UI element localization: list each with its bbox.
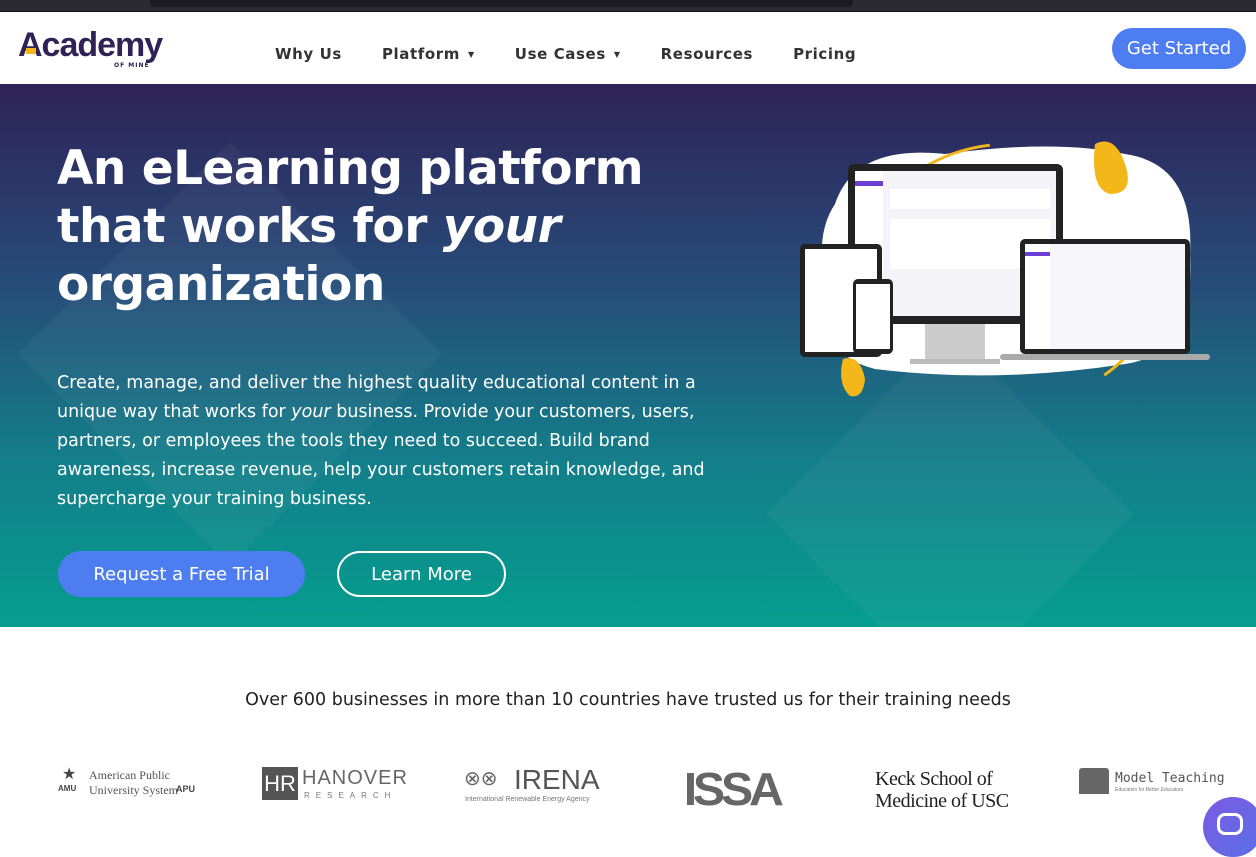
logo-amu: ★ AMU American Public University System … bbox=[58, 766, 196, 797]
learn-more-button[interactable]: Learn More bbox=[337, 551, 506, 597]
get-started-button[interactable]: Get Started bbox=[1112, 28, 1246, 69]
hr-mark: HR bbox=[262, 767, 298, 800]
browser-top-bar bbox=[0, 0, 1256, 11]
logo-keck: Keck School of Medicine of USC bbox=[875, 768, 1009, 812]
nav-use-cases[interactable]: Use Cases ▼ bbox=[515, 45, 621, 63]
logo[interactable]: Academy OF MINE bbox=[18, 26, 178, 70]
nav-platform[interactable]: Platform ▼ bbox=[382, 45, 475, 63]
hero-title: An eLearning platform that works for you… bbox=[57, 141, 644, 312]
main-menu: Why Us Platform ▼ Use Cases ▼ Resources Pr… bbox=[275, 45, 896, 63]
trust-statement: Over 600 businesses in more than 10 coun… bbox=[245, 690, 1011, 710]
star-icon: ★ bbox=[62, 766, 77, 783]
logo-model-teaching: Model Teaching Education for Better Educ… bbox=[1079, 768, 1225, 798]
logo-text: Academy bbox=[18, 26, 163, 64]
logo-hanover: HR HANOVER RESEARCH bbox=[262, 767, 407, 801]
caret-down-icon: ▼ bbox=[613, 49, 621, 59]
logo-sub: OF MINE bbox=[114, 62, 150, 69]
nav-resources[interactable]: Resources bbox=[661, 45, 753, 63]
chat-icon bbox=[1217, 813, 1243, 835]
logo-issa: ISSA bbox=[683, 763, 784, 815]
client-logos: ★ AMU American Public University System … bbox=[0, 760, 1256, 820]
nav-why-us[interactable]: Why Us bbox=[275, 45, 342, 63]
hero-description: Create, manage, and deliver the highest … bbox=[57, 373, 705, 509]
book-icon bbox=[1079, 768, 1109, 794]
logo-cap-icon bbox=[26, 48, 36, 54]
logo-irena: ⊗⊗ IRENA International Renewable Energy … bbox=[464, 764, 600, 803]
caret-down-icon: ▼ bbox=[468, 49, 475, 59]
device-mockup-illustration bbox=[800, 141, 1210, 404]
globe-icon: ⊗⊗ bbox=[464, 768, 498, 790]
hero-section: An eLearning platform that works for you… bbox=[0, 84, 1256, 627]
chat-widget-button[interactable] bbox=[1203, 797, 1256, 857]
request-free-trial-button[interactable]: Request a Free Trial bbox=[58, 551, 305, 597]
nav-pricing[interactable]: Pricing bbox=[793, 45, 856, 63]
navbar: Academy OF MINE Why Us Platform ▼ Use Cas… bbox=[0, 11, 1256, 84]
